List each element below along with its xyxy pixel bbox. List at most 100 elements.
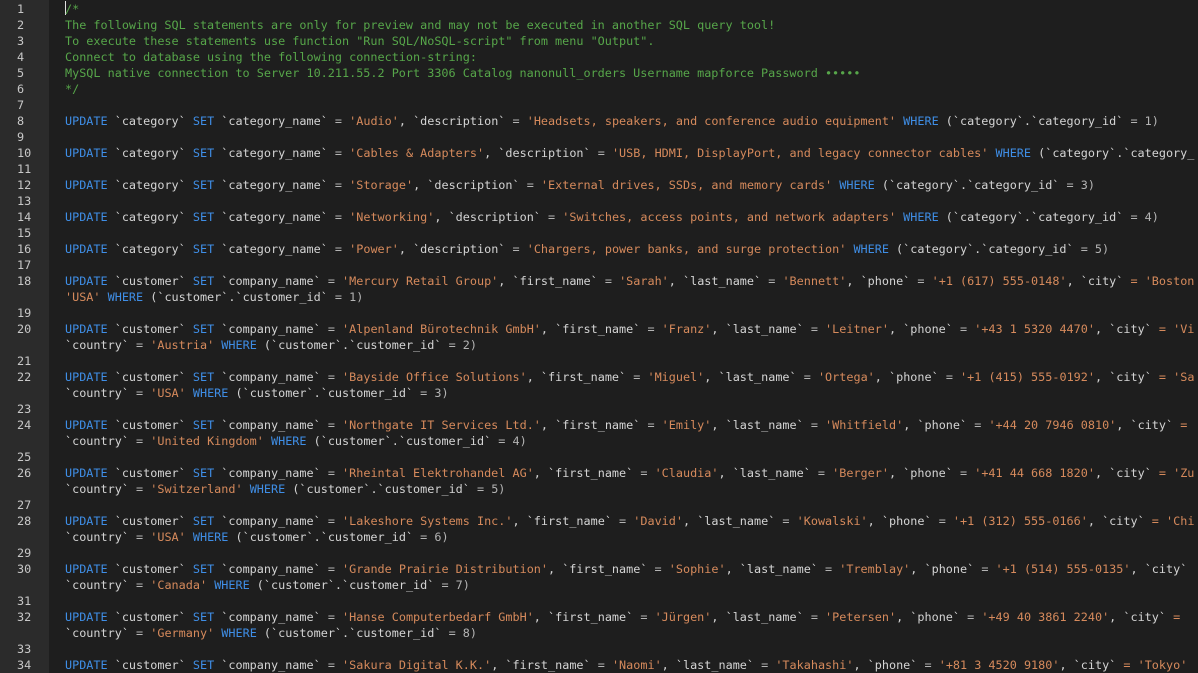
- token-st: 'Alpenland Bürotechnik GmbH': [342, 322, 541, 336]
- token-st: 'Leitner': [825, 322, 889, 336]
- token-id: , `last_name`: [711, 418, 811, 432]
- line-number: 20: [17, 322, 32, 336]
- token-st: 'Franz': [661, 322, 712, 336]
- code-area[interactable]: /* The following SQL statements are only …: [49, 0, 1198, 673]
- token-id: [520, 242, 527, 256]
- token-op: = 4): [1123, 210, 1159, 224]
- token-st: 'Bayside Office Solutions': [342, 370, 527, 384]
- line-number: [0, 433, 49, 449]
- token-st: = 'Zu: [1151, 466, 1195, 480]
- sql-update-customer: UPDATE `customer` SET `company_name` = '…: [65, 465, 1198, 481]
- token-kw: SET: [192, 370, 215, 384]
- token-id: [953, 370, 960, 384]
- token-op: =: [597, 658, 605, 672]
- token-kw: WHERE: [903, 210, 939, 224]
- token-id: [988, 562, 995, 576]
- token-kw: WHERE: [214, 578, 250, 592]
- line-number: 9: [17, 130, 25, 144]
- token-st: = 'Chi: [1144, 514, 1195, 528]
- token-op: =: [512, 114, 520, 128]
- token-id: [647, 466, 654, 480]
- token-kw: SET: [192, 418, 215, 432]
- token-id: (`customer`.`customer_id`: [306, 434, 492, 448]
- token-st: = 'Boston: [1123, 274, 1195, 288]
- token-st: 'Jürgen': [654, 610, 712, 624]
- token-op: = 3): [413, 386, 449, 400]
- token-kw: UPDATE: [65, 322, 108, 336]
- token-id: , `city`: [1066, 274, 1124, 288]
- line-number: 17: [17, 258, 32, 272]
- token-st: = 'Vi: [1151, 322, 1195, 336]
- token-op: =: [327, 514, 335, 528]
- token-st: 'Mercury Retail Group': [342, 274, 499, 288]
- token-id: [790, 514, 797, 528]
- token-st: 'Storage': [349, 178, 414, 192]
- comment-line: MySQL native connection to Server 10.211…: [65, 65, 1198, 81]
- token-st: '+1 (415) 555-0192': [960, 370, 1095, 384]
- token-op: =: [327, 610, 335, 624]
- token-id: (`customer`.`customer_id`: [143, 290, 328, 304]
- line-number: 33: [17, 642, 32, 656]
- token-kw: WHERE: [853, 242, 889, 256]
- token-id: `customer`: [107, 610, 193, 624]
- token-id: `country`: [65, 386, 137, 400]
- token-op: =: [597, 146, 605, 160]
- line-number: 18: [17, 274, 32, 288]
- token-op: = 1): [327, 290, 364, 304]
- token-id: , `first_name`: [498, 274, 605, 288]
- line-number: 21: [17, 354, 32, 368]
- token-st: 'USA': [150, 530, 186, 544]
- token-id: , `first_name`: [533, 466, 641, 480]
- token-id: , `first_name`: [540, 418, 648, 432]
- token-id: , `city`: [1059, 658, 1117, 672]
- token-st: 'Germany': [150, 626, 215, 640]
- sql-update-category: UPDATE `category` SET `category_name` = …: [65, 177, 1198, 193]
- token-id: [925, 274, 932, 288]
- token-kw: UPDATE: [65, 658, 108, 672]
- line-number: 19: [17, 306, 32, 320]
- token-id: , `first_name`: [526, 370, 634, 384]
- token-st: 'USB, HDMI, DisplayPort, and legacy conn…: [611, 146, 989, 160]
- token-id: `category_name`: [214, 114, 335, 128]
- token-op: = 8): [441, 626, 477, 640]
- token-op: =: [334, 146, 343, 160]
- line-number: 28: [17, 514, 32, 528]
- token-id: , `description`: [484, 146, 598, 160]
- token-id: , `phone`: [867, 514, 939, 528]
- token-id: (`customer`.`customer_id`: [285, 482, 470, 496]
- sql-update-customer-wrap: `country` = 'Germany' WHERE (`customer`.…: [65, 625, 1198, 641]
- token-st: 'Grande Prairie Distribution': [342, 562, 548, 576]
- token-id: , `city`: [1116, 418, 1174, 432]
- token-st: 'External drives, SSDs, and memory cards…: [540, 178, 833, 192]
- line-number: 1: [17, 2, 25, 16]
- line-number: 29: [17, 546, 32, 560]
- token-op: = 7): [434, 578, 470, 592]
- sql-update-customer: UPDATE `customer` SET `company_name` = '…: [65, 609, 1198, 625]
- token-st: =: [1173, 418, 1188, 432]
- token-st: 'Emily': [661, 418, 712, 432]
- token-id: , `phone`: [903, 418, 975, 432]
- sql-preview-editor[interactable]: 1 2 3 4 5 6 7 8 9 10 11 12 13 14 15 16 17 18 19 20 21 22 23 24 2…: [0, 0, 1198, 673]
- token-st: 'Bennett': [782, 274, 847, 288]
- token-id: [520, 114, 527, 128]
- token-id: , `last_name`: [711, 610, 811, 624]
- line-number: [0, 337, 49, 353]
- token-id: `company_name`: [214, 658, 328, 672]
- token-id: [647, 610, 654, 624]
- token-id: `company_name`: [214, 418, 328, 432]
- token-st: 'Naomi': [611, 658, 662, 672]
- token-id: [988, 146, 995, 160]
- token-st: 'United Kingdom': [150, 434, 264, 448]
- token-st: 'USA': [150, 386, 186, 400]
- token-id: , `last_name`: [668, 274, 769, 288]
- line-number: 11: [17, 162, 32, 176]
- token-id: [264, 434, 271, 448]
- line-number: 22: [17, 370, 32, 384]
- token-op: =: [334, 242, 343, 256]
- token-id: , `first_name`: [491, 658, 598, 672]
- token-op: =: [327, 658, 335, 672]
- token-id: , `last_name`: [704, 370, 804, 384]
